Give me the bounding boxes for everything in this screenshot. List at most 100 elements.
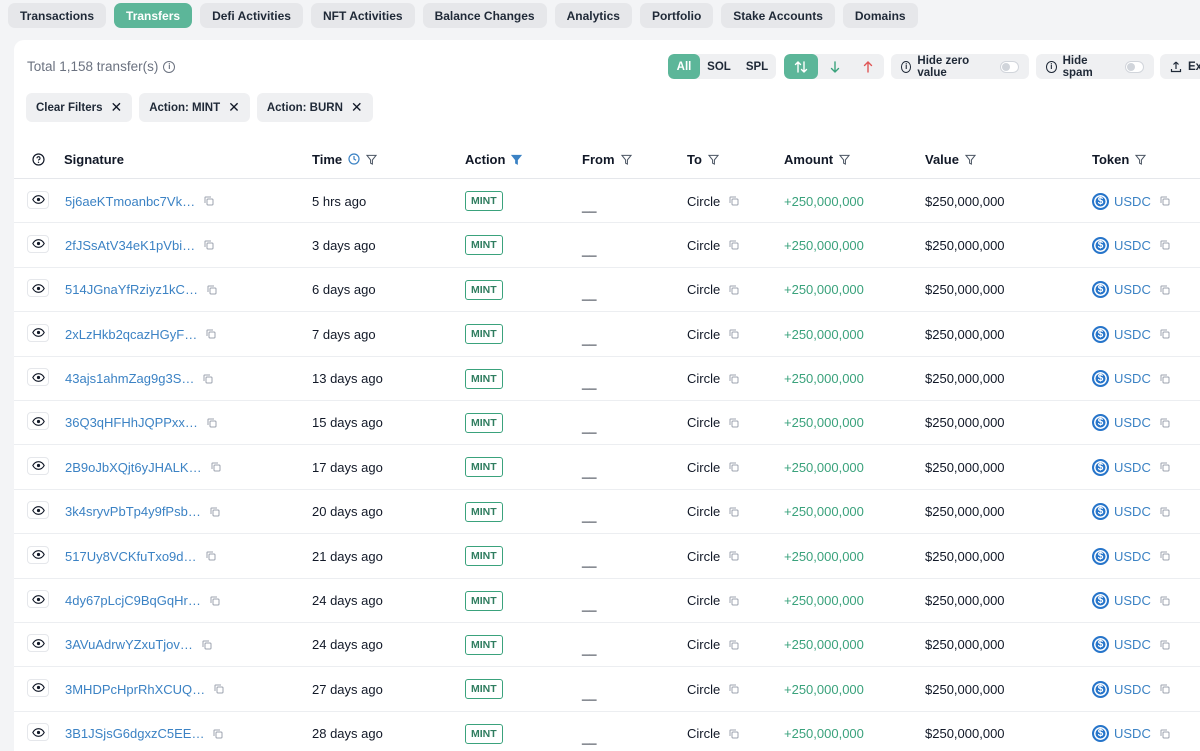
copy-icon[interactable]	[1160, 640, 1170, 650]
copy-icon[interactable]	[729, 285, 739, 295]
view-details-button[interactable]	[27, 456, 49, 475]
token-link[interactable]: $ USDC	[1092, 370, 1151, 388]
signature-link[interactable]: 3B1JSjsG6dgxzC5EE…	[65, 726, 204, 741]
token-link[interactable]: $ USDC	[1092, 281, 1151, 299]
copy-icon[interactable]	[729, 374, 739, 384]
to-address[interactable]: Circle	[687, 682, 720, 697]
signature-link[interactable]: 4dy67pLcjC9BqGqHr…	[65, 593, 201, 608]
filter-icon[interactable]	[707, 154, 719, 165]
both-arrows-icon[interactable]	[784, 54, 818, 79]
view-details-button[interactable]	[27, 323, 49, 342]
info-icon[interactable]: i	[163, 60, 176, 73]
view-details-button[interactable]	[27, 590, 49, 609]
copy-icon[interactable]	[1160, 196, 1170, 206]
signature-link[interactable]: 2xLzHkb2qcazHGyF…	[65, 327, 197, 342]
filter-icon[interactable]	[620, 154, 632, 165]
copy-icon[interactable]	[204, 240, 214, 250]
to-address[interactable]: Circle	[687, 549, 720, 564]
filter-icon[interactable]	[839, 154, 851, 165]
token-link[interactable]: $ USDC	[1092, 636, 1151, 654]
signature-link[interactable]: 514JGnaYfRziyz1kC…	[65, 282, 198, 297]
signature-link[interactable]: 3MHDPcHprRhXCUQ…	[65, 682, 205, 697]
copy-icon[interactable]	[211, 462, 221, 472]
copy-icon[interactable]	[729, 329, 739, 339]
copy-icon[interactable]	[729, 462, 739, 472]
filter-all-button[interactable]: All	[668, 54, 700, 79]
copy-icon[interactable]	[1160, 418, 1170, 428]
view-details-button[interactable]	[27, 234, 49, 253]
copy-icon[interactable]	[202, 640, 212, 650]
copy-icon[interactable]	[729, 684, 739, 694]
tab-defi-activities[interactable]: Defi Activities	[200, 3, 303, 28]
filter-chip-burn[interactable]: Action: BURN ✕	[256, 93, 373, 122]
hide-zero-value-toggle[interactable]: i Hide zero value	[891, 54, 1029, 79]
to-address[interactable]: Circle	[687, 282, 720, 297]
copy-icon[interactable]	[1160, 374, 1170, 384]
to-address[interactable]: Circle	[687, 637, 720, 652]
filter-chip-mint[interactable]: Action: MINT ✕	[139, 93, 250, 122]
copy-icon[interactable]	[206, 551, 216, 561]
tab-analytics[interactable]: Analytics	[554, 3, 632, 28]
copy-icon[interactable]	[210, 596, 220, 606]
token-link[interactable]: $ USDC	[1092, 192, 1151, 210]
copy-icon[interactable]	[729, 551, 739, 561]
signature-link[interactable]: 36Q3qHFHhJQPPxx…	[65, 415, 198, 430]
export-button[interactable]: Exp	[1160, 54, 1200, 79]
view-details-button[interactable]	[27, 545, 49, 564]
token-link[interactable]: $ USDC	[1092, 458, 1151, 476]
copy-icon[interactable]	[1160, 596, 1170, 606]
copy-icon[interactable]	[729, 240, 739, 250]
view-details-button[interactable]	[27, 412, 49, 431]
tab-transactions[interactable]: Transactions	[8, 3, 107, 28]
view-details-button[interactable]	[27, 678, 49, 697]
to-address[interactable]: Circle	[687, 194, 720, 209]
copy-icon[interactable]	[729, 196, 739, 206]
view-details-button[interactable]	[27, 634, 49, 653]
arrow-down-icon[interactable]	[818, 54, 851, 79]
copy-icon[interactable]	[203, 374, 213, 384]
view-details-button[interactable]	[27, 368, 49, 387]
arrow-up-icon[interactable]	[851, 54, 884, 79]
token-link[interactable]: $ USDC	[1092, 325, 1151, 343]
copy-icon[interactable]	[1160, 285, 1170, 295]
view-details-button[interactable]	[27, 190, 49, 209]
copy-icon[interactable]	[207, 285, 217, 295]
tab-stake-accounts[interactable]: Stake Accounts	[721, 3, 835, 28]
hide-spam-switch[interactable]	[1124, 60, 1144, 73]
signature-link[interactable]: 43ajs1ahmZag9g3S…	[65, 371, 194, 386]
signature-link[interactable]: 3k4sryvPbTp4y9fPsb…	[65, 504, 201, 519]
hide-spam-toggle[interactable]: i Hide spam	[1036, 54, 1154, 79]
token-link[interactable]: $ USDC	[1092, 414, 1151, 432]
filter-icon[interactable]	[366, 154, 378, 165]
filter-icon[interactable]	[1135, 154, 1147, 165]
token-link[interactable]: $ USDC	[1092, 503, 1151, 521]
filter-active-icon[interactable]	[511, 154, 523, 165]
signature-link[interactable]: 2B9oJbXQjt6yJHALK…	[65, 460, 202, 475]
copy-icon[interactable]	[214, 684, 224, 694]
token-link[interactable]: $ USDC	[1092, 547, 1151, 565]
signature-link[interactable]: 3AVuAdrwYZxuTjov…	[65, 637, 193, 652]
token-link[interactable]: $ USDC	[1092, 236, 1151, 254]
view-details-button[interactable]	[27, 279, 49, 298]
to-address[interactable]: Circle	[687, 460, 720, 475]
clock-icon[interactable]	[348, 153, 360, 165]
token-link[interactable]: $ USDC	[1092, 725, 1151, 743]
signature-link[interactable]: 5j6aeKTmoanbc7Vk…	[65, 194, 195, 209]
token-link[interactable]: $ USDC	[1092, 592, 1151, 610]
copy-icon[interactable]	[729, 640, 739, 650]
view-details-button[interactable]	[27, 501, 49, 520]
signature-link[interactable]: 517Uy8VCKfuTxo9d…	[65, 549, 197, 564]
copy-icon[interactable]	[729, 729, 739, 739]
copy-icon[interactable]	[1160, 551, 1170, 561]
tab-balance-changes[interactable]: Balance Changes	[422, 3, 547, 28]
copy-icon[interactable]	[1160, 329, 1170, 339]
help-icon[interactable]	[32, 139, 45, 179]
copy-icon[interactable]	[729, 418, 739, 428]
to-address[interactable]: Circle	[687, 371, 720, 386]
tab-portfolio[interactable]: Portfolio	[639, 3, 714, 28]
copy-icon[interactable]	[1160, 240, 1170, 250]
signature-link[interactable]: 2fJSsAtV34eK1pVbi…	[65, 238, 195, 253]
copy-icon[interactable]	[1160, 729, 1170, 739]
copy-icon[interactable]	[729, 507, 739, 517]
copy-icon[interactable]	[1160, 507, 1170, 517]
